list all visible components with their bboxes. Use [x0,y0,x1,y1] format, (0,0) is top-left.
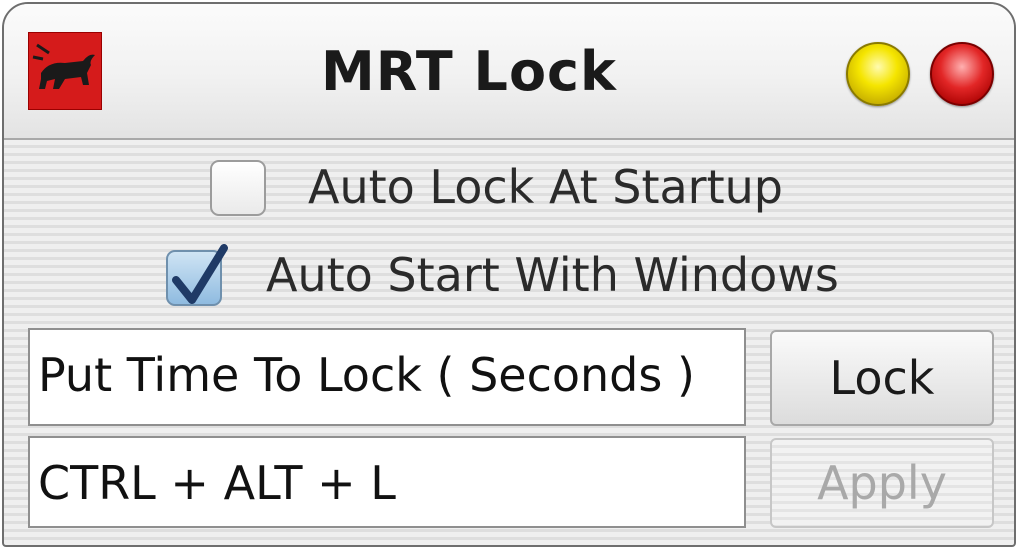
minimize-button[interactable] [846,42,910,106]
lock-button[interactable]: Lock [770,330,994,426]
auto-lock-checkbox[interactable] [210,160,266,216]
time-to-lock-field[interactable]: Put Time To Lock ( Seconds ) [28,328,746,426]
auto-start-checkbox[interactable] [166,244,228,306]
auto-start-label: Auto Start With Windows [266,248,839,302]
auto-lock-label: Auto Lock At Startup [308,160,783,214]
checkmark-icon [172,244,228,304]
apply-button[interactable]: Apply [770,438,994,528]
title-bar[interactable]: MRT Lock [4,4,1014,140]
hotkey-field[interactable]: CTRL + ALT + L [28,436,746,528]
mrt-lock-window: MRT Lock Auto Lock At Startup Auto Start… [2,2,1016,547]
close-button[interactable] [930,42,994,106]
